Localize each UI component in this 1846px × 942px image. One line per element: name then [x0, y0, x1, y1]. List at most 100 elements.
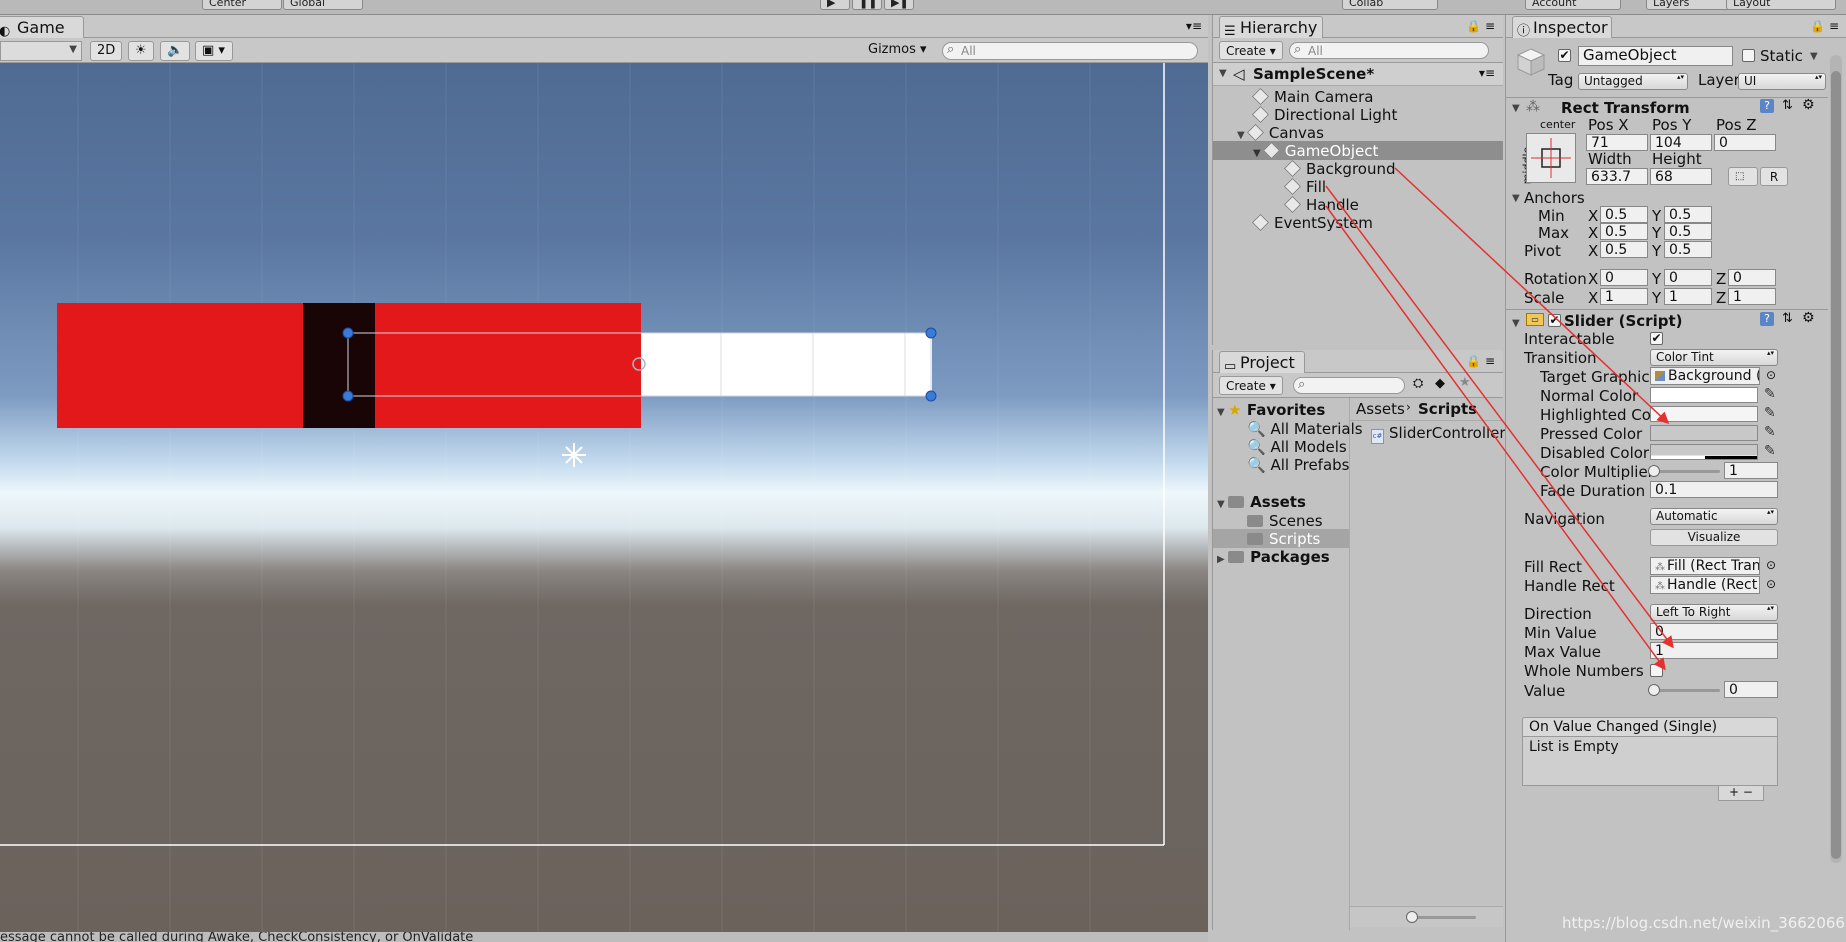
icon-size-slider-knob[interactable]	[1406, 911, 1418, 923]
add-event-button[interactable]: + −	[1718, 786, 1764, 801]
min-value-field[interactable]: 0	[1650, 623, 1778, 640]
scene-menu-icon[interactable]: ▾≡	[1479, 66, 1495, 80]
hierarchy-item-main-camera[interactable]: Main Camera	[1252, 88, 1373, 106]
target-graphic-field[interactable]: Background (Ir	[1650, 367, 1760, 385]
rotation-z-field[interactable]: 0	[1728, 269, 1776, 286]
icon-size-slider-track[interactable]	[1408, 916, 1476, 919]
pivot-global-button[interactable]: Global	[283, 0, 363, 10]
max-value-field[interactable]: 1	[1650, 642, 1778, 659]
color-multiplier-field[interactable]: 1	[1724, 462, 1778, 479]
step-button[interactable]: ▶❚	[884, 0, 914, 10]
settings-gear-icon[interactable]: ⚙	[1802, 97, 1815, 113]
pivot-center-button[interactable]: Center	[202, 0, 282, 10]
anchor-max-y-field[interactable]: 0.5	[1664, 223, 1712, 240]
display-dropdown[interactable]: ▼	[0, 41, 82, 61]
whole-numbers-checkbox[interactable]	[1650, 664, 1663, 677]
eyedropper-icon[interactable]: ✎	[1764, 386, 1776, 402]
project-search-input[interactable]	[1293, 377, 1405, 394]
fill-rect-field[interactable]: ⁂ Fill (Rect Trans	[1650, 557, 1760, 575]
anchor-presets-button[interactable]	[1526, 133, 1576, 183]
static-checkbox[interactable]	[1742, 49, 1755, 62]
scene-search-input[interactable]: All	[942, 42, 1198, 60]
anchor-min-x-field[interactable]: 0.5	[1600, 206, 1648, 223]
folder-scenes[interactable]: Scenes	[1247, 512, 1323, 530]
tab-hierarchy[interactable]: ☰ Hierarchy	[1219, 16, 1323, 39]
object-name-field[interactable]: GameObject	[1578, 46, 1733, 66]
account-button[interactable]: Account	[1525, 0, 1621, 10]
favorite-all-prefabs[interactable]: 🔍 All Prefabs	[1247, 456, 1350, 474]
hierarchy-item-background[interactable]: Background	[1284, 160, 1396, 178]
eyedropper-icon[interactable]: ✎	[1764, 424, 1776, 440]
console-status-bar[interactable]: essage cannot be called during Awake, Ch…	[0, 932, 1208, 942]
anchor-max-x-field[interactable]: 0.5	[1600, 223, 1648, 240]
project-menu-icon[interactable]: 🔒 ≡	[1466, 354, 1495, 368]
inspector-scrollbar[interactable]	[1830, 55, 1842, 863]
object-picker-icon[interactable]: ⊙	[1766, 368, 1776, 382]
pos-y-field[interactable]: 104	[1650, 134, 1712, 151]
transition-dropdown[interactable]: Color Tint	[1650, 349, 1778, 366]
hierarchy-item-handle[interactable]: Handle	[1284, 196, 1359, 214]
color-multiplier-slider-track[interactable]	[1652, 470, 1720, 473]
panel-menu-icon[interactable]: ▾≡	[1186, 19, 1202, 33]
height-field[interactable]: 68	[1650, 168, 1712, 185]
scene-expand-icon[interactable]: ▼	[1219, 68, 1227, 79]
hierarchy-menu-icon[interactable]: 🔒 ≡	[1466, 19, 1495, 33]
pressed-color-swatch[interactable]	[1650, 425, 1758, 441]
pause-button[interactable]: ❚❚	[852, 0, 882, 10]
pos-x-field[interactable]: 71	[1586, 134, 1648, 151]
slider-foldout-icon[interactable]: ▼	[1512, 318, 1520, 329]
preset-icon[interactable]: ⇅	[1782, 98, 1793, 113]
highlighted-color-swatch[interactable]	[1650, 406, 1758, 422]
visualize-button[interactable]: Visualize	[1650, 529, 1778, 546]
collab-button[interactable]: Collab	[1342, 0, 1438, 10]
play-button[interactable]: ▶	[820, 0, 850, 10]
tab-project[interactable]: ▭ Project	[1219, 351, 1305, 374]
normal-color-swatch[interactable]	[1650, 387, 1758, 403]
favorites-header[interactable]: ▼ ★ Favorites	[1217, 401, 1325, 422]
value-field[interactable]: 0	[1724, 681, 1778, 698]
eyedropper-icon[interactable]: ✎	[1764, 405, 1776, 421]
blueprint-mode-button[interactable]: ⬚	[1728, 167, 1758, 186]
favorite-all-materials[interactable]: 🔍 All Materials	[1247, 420, 1363, 438]
toggle-2d-button[interactable]: 2D	[90, 41, 123, 61]
preset-icon[interactable]: ⇅	[1782, 311, 1793, 326]
scale-x-field[interactable]: 1	[1600, 288, 1648, 305]
rotation-y-field[interactable]: 0	[1664, 269, 1712, 286]
audio-toggle-icon[interactable]: 🔈	[160, 41, 191, 61]
breadcrumb-scripts[interactable]: Scripts	[1418, 400, 1477, 418]
settings-gear-icon[interactable]: ⚙	[1802, 310, 1815, 326]
file-slidercontroller[interactable]: c# SliderController	[1371, 424, 1506, 444]
scale-z-field[interactable]: 1	[1728, 288, 1776, 305]
favorite-all-models[interactable]: 🔍 All Models	[1247, 438, 1347, 456]
anchor-min-y-field[interactable]: 0.5	[1664, 206, 1712, 223]
raw-edit-button[interactable]: R	[1760, 167, 1788, 186]
layer-dropdown[interactable]: UI	[1738, 73, 1826, 90]
inspector-menu-icon[interactable]: 🔒 ≡	[1810, 19, 1839, 33]
tag-dropdown[interactable]: Untagged	[1578, 73, 1688, 90]
object-picker-icon[interactable]: ⊙	[1766, 558, 1776, 572]
assets-header[interactable]: ▼ Assets	[1217, 493, 1306, 514]
hierarchy-item-fill[interactable]: Fill	[1284, 178, 1326, 196]
active-checkbox[interactable]: ✔	[1558, 49, 1571, 62]
packages-header[interactable]: ▶ Packages	[1217, 548, 1330, 569]
hierarchy-item-eventsystem[interactable]: EventSystem	[1252, 214, 1373, 232]
handle-rect-field[interactable]: ⁂Handle (Rect Tr	[1650, 576, 1760, 594]
static-dropdown-icon[interactable]: ▼	[1810, 51, 1818, 62]
value-slider-knob[interactable]	[1648, 684, 1660, 696]
lighting-toggle-icon[interactable]: ☀	[128, 41, 154, 61]
game-viewport[interactable]	[0, 63, 1208, 939]
breadcrumb-assets[interactable]: Assets	[1356, 400, 1405, 418]
hierarchy-search-input[interactable]: All	[1289, 42, 1489, 59]
interactable-checkbox[interactable]: ✔	[1650, 332, 1663, 345]
folder-scripts[interactable]: Scripts	[1247, 530, 1320, 548]
project-create-button[interactable]: Create ▾	[1219, 376, 1283, 395]
rect-transform-foldout-icon[interactable]: ▼	[1512, 103, 1520, 114]
hierarchy-create-button[interactable]: Create ▾	[1219, 41, 1283, 60]
rotation-x-field[interactable]: 0	[1600, 269, 1648, 286]
direction-dropdown[interactable]: Left To Right	[1650, 604, 1778, 621]
hierarchy-item-directional-light[interactable]: Directional Light	[1252, 106, 1397, 124]
favorite-star-icon[interactable]: ★	[1459, 375, 1471, 390]
anchors-foldout-icon[interactable]: ▼	[1512, 193, 1520, 204]
effects-toggle-icon[interactable]: ▣ ▾	[195, 41, 233, 61]
scale-y-field[interactable]: 1	[1664, 288, 1712, 305]
